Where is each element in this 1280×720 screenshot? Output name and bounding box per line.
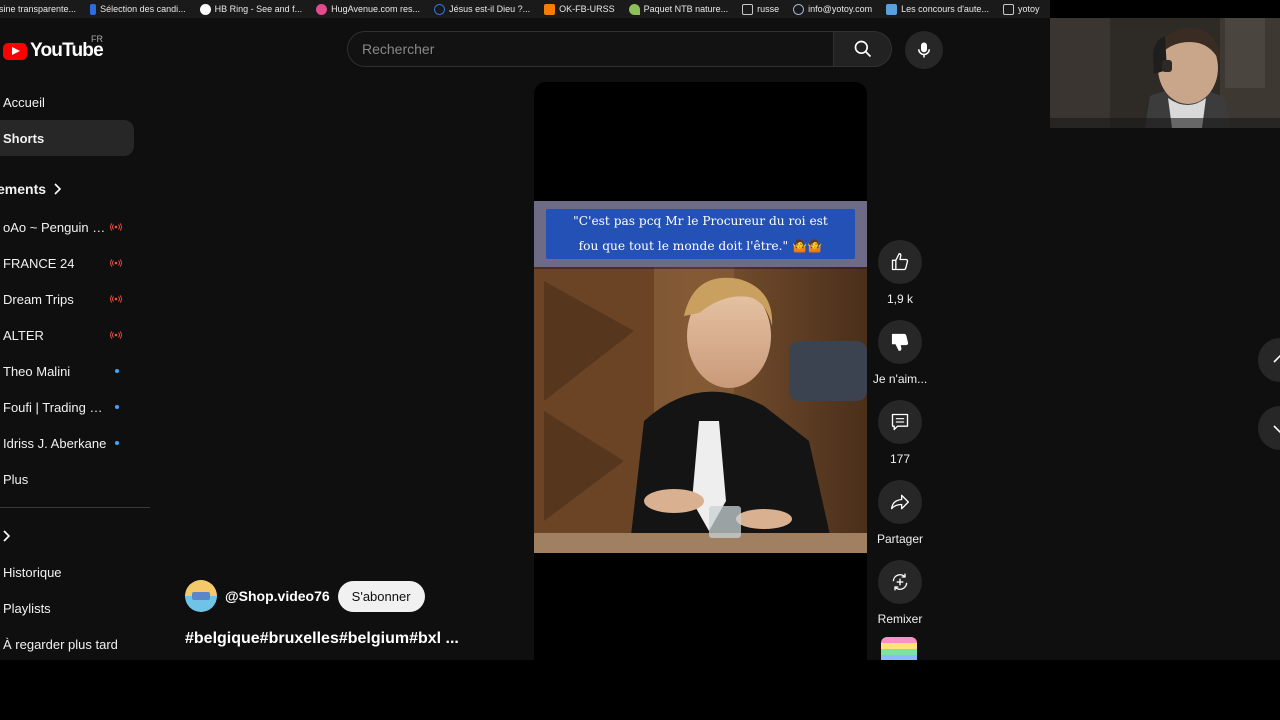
- bookmark-item[interactable]: OK-FB-URSS: [544, 3, 615, 15]
- webcam-image: [1050, 18, 1280, 128]
- sidebar-item-more[interactable]: Plus: [0, 461, 134, 497]
- youtube-app: YouTube FR Accueil Shorts ements oAo ~ P…: [0, 18, 1280, 660]
- globe-icon: [793, 3, 805, 15]
- share-icon: [891, 494, 909, 510]
- comments-button[interactable]: [878, 400, 922, 444]
- chevron-up-icon: [1273, 354, 1280, 363]
- sidebar: Accueil Shorts ements oAo ~ Penguin J...…: [0, 84, 150, 660]
- avatar[interactable]: [185, 580, 217, 612]
- dislike-action: Je n'aim...: [872, 320, 928, 386]
- remix-button[interactable]: [878, 560, 922, 604]
- sidebar-item-watch-later[interactable]: À regarder plus tard: [0, 626, 134, 660]
- country-code: FR: [91, 34, 103, 44]
- dislike-button[interactable]: [878, 320, 922, 364]
- document-icon: [90, 3, 97, 15]
- sidebar-subscription[interactable]: ALTER: [0, 317, 134, 353]
- sidebar-divider: [0, 507, 150, 508]
- new-content-dot: [115, 369, 119, 373]
- blogger-icon: [544, 3, 556, 15]
- sidebar-subscription[interactable]: Theo Malini: [0, 353, 134, 389]
- search-icon: [854, 40, 871, 58]
- chevron-right-icon: [54, 183, 62, 195]
- sidebar-subscription[interactable]: Dream Trips: [0, 281, 134, 317]
- bookmark-item[interactable]: HugAvenue.com res...: [316, 3, 420, 15]
- chevron-right-icon: [3, 530, 11, 542]
- live-icon: [110, 295, 122, 303]
- image-icon: [886, 3, 898, 15]
- video-frame: "C'est pas pcq Mr le Procureur du roi es…: [534, 201, 867, 553]
- you-section-toggle[interactable]: [0, 518, 150, 554]
- next-short-button[interactable]: [1258, 406, 1280, 450]
- voice-search-button[interactable]: [905, 31, 943, 69]
- sidebar-subscription[interactable]: Foufi | Trading & ...: [0, 389, 134, 425]
- share-button[interactable]: [878, 480, 922, 524]
- youtube-play-icon: [3, 42, 27, 60]
- plant-icon: [628, 3, 640, 15]
- short-video-player[interactable]: "C'est pas pcq Mr le Procureur du roi es…: [534, 82, 867, 660]
- share-action: Partager: [872, 480, 928, 546]
- bookmark-item[interactable]: Paquet NTB nature...: [628, 3, 728, 15]
- live-icon: [110, 259, 122, 267]
- short-title[interactable]: #belgique#bruxelles#belgium#bxl ...: [185, 630, 459, 648]
- remix-icon: [892, 573, 908, 591]
- sidebar-item-playlists[interactable]: Playlists: [0, 590, 134, 626]
- globe-icon: [434, 3, 446, 15]
- bookmark-item[interactable]: Les concours d'aute...: [886, 3, 989, 15]
- subscriptions-heading[interactable]: ements: [0, 169, 150, 209]
- heart-icon: [316, 3, 328, 15]
- bookmark-item[interactable]: info@yotoy.com: [793, 3, 872, 15]
- share-label: Partager: [876, 532, 924, 546]
- previous-short-button[interactable]: [1258, 338, 1280, 382]
- channel-avatar-image: [185, 580, 217, 612]
- bookmark-item[interactable]: Jésus est-il Dieu ?...: [434, 3, 530, 15]
- folder-icon: [1002, 3, 1014, 15]
- new-content-dot: [115, 405, 119, 409]
- channel-logo-thumbnail: [881, 637, 917, 660]
- subscribe-button[interactable]: S'abonner: [337, 580, 425, 612]
- remix-action: Remixer: [872, 560, 928, 626]
- thumbs-down-icon: [891, 333, 909, 351]
- folder-icon: [742, 3, 754, 15]
- sidebar-item-shorts[interactable]: Shorts: [0, 120, 134, 156]
- like-action: 1,9 k: [872, 240, 928, 306]
- dislike-label: Je n'aim...: [872, 372, 928, 386]
- chevron-down-icon: [1273, 425, 1280, 434]
- bookmark-folder[interactable]: russe: [742, 3, 779, 15]
- new-content-dot: [115, 441, 119, 445]
- sidebar-item-home[interactable]: Accueil: [0, 84, 134, 120]
- sidebar-subscription[interactable]: oAo ~ Penguin J...: [0, 209, 134, 245]
- bottom-letterbox: [0, 660, 1280, 720]
- comment-icon: [891, 413, 909, 431]
- youtube-logo[interactable]: YouTube FR: [3, 34, 104, 62]
- github-icon: [199, 3, 211, 15]
- caption-band: "C'est pas pcq Mr le Procureur du roi es…: [534, 201, 867, 267]
- channel-handle[interactable]: @Shop.video76: [225, 588, 330, 604]
- like-button[interactable]: [878, 240, 922, 284]
- sidebar-subscription[interactable]: Idriss J. Aberkane: [0, 425, 134, 461]
- bookmark-folder[interactable]: yotoy: [1002, 3, 1039, 15]
- thumbs-up-icon: [891, 253, 909, 271]
- sidebar-item-history[interactable]: Historique: [0, 554, 134, 590]
- bookmark-item[interactable]: ésine transparente...: [0, 4, 76, 14]
- comments-action: 177: [872, 400, 928, 466]
- webcam-overlay: [1050, 18, 1280, 128]
- sidebar-subscription[interactable]: FRANCE 24: [0, 245, 134, 281]
- sound-thumbnail[interactable]: [881, 637, 917, 660]
- bookmarks-bar: ésine transparente... Sélection des cand…: [0, 0, 1050, 18]
- remix-label: Remixer: [877, 612, 923, 626]
- search-input[interactable]: [348, 32, 834, 66]
- live-icon: [110, 331, 122, 339]
- live-icon: [110, 223, 122, 231]
- bookmark-item[interactable]: HB Ring - See and f...: [199, 3, 302, 15]
- bookmark-item[interactable]: Sélection des candi...: [90, 3, 186, 15]
- like-count: 1,9 k: [886, 292, 913, 306]
- search-box: [347, 31, 834, 67]
- comments-count: 177: [889, 452, 911, 466]
- search-button[interactable]: [833, 31, 892, 67]
- channel-info: @Shop.video76 S'abonner: [185, 580, 425, 612]
- video-caption: "C'est pas pcq Mr le Procureur du roi es…: [546, 209, 855, 259]
- microphone-icon: [918, 42, 930, 58]
